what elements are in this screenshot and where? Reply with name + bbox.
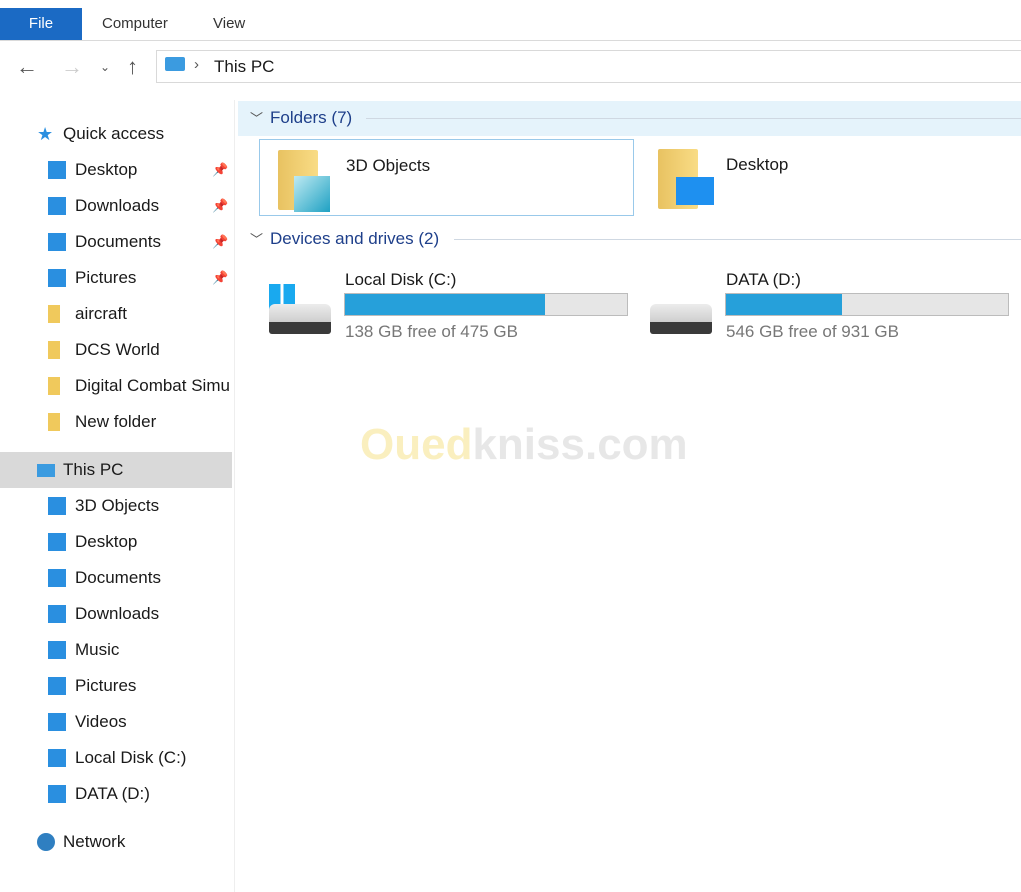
folder-icon bbox=[48, 341, 60, 359]
up-button[interactable]: ↑ bbox=[127, 54, 138, 80]
item-icon bbox=[48, 533, 66, 551]
hard-drive-icon bbox=[650, 304, 712, 334]
navigation-pane: ★ Quick access Desktop 📌 Downloads 📌 Document… bbox=[0, 100, 235, 892]
tab-file[interactable]: File bbox=[0, 8, 82, 40]
recent-locations-dropdown[interactable]: ⌄ bbox=[100, 60, 110, 74]
drive-usage-bar bbox=[725, 293, 1009, 316]
sidebar-item[interactable]: Desktop bbox=[0, 524, 232, 560]
sidebar-item[interactable]: Local Disk (C:) bbox=[0, 740, 232, 776]
desktop-icon bbox=[48, 161, 66, 179]
document-icon bbox=[48, 233, 66, 251]
ribbon-divider bbox=[0, 40, 1021, 41]
computer-icon bbox=[165, 57, 185, 71]
item-icon bbox=[48, 569, 66, 587]
item-icon bbox=[48, 605, 66, 623]
watermark: Ouedkniss.com bbox=[360, 420, 688, 469]
item-icon bbox=[48, 749, 66, 767]
download-icon bbox=[48, 197, 66, 215]
sidebar-item-quick-access[interactable]: ★ Quick access bbox=[0, 116, 232, 152]
sidebar-item[interactable]: DCS World bbox=[0, 332, 232, 368]
item-icon bbox=[48, 641, 66, 659]
chevron-right-icon: › bbox=[194, 56, 199, 73]
tab-view[interactable]: View bbox=[213, 8, 245, 40]
sidebar-item[interactable]: Desktop 📌 bbox=[0, 152, 232, 188]
pin-icon[interactable]: 📌 bbox=[212, 152, 228, 188]
pin-icon[interactable]: 📌 bbox=[212, 188, 228, 224]
item-icon bbox=[48, 677, 66, 695]
network-icon bbox=[37, 833, 55, 851]
sidebar-item[interactable]: Documents bbox=[0, 560, 232, 596]
item-icon bbox=[48, 713, 66, 731]
item-icon bbox=[48, 497, 66, 515]
folder-icon bbox=[48, 377, 60, 395]
address-path: This PC bbox=[214, 57, 275, 76]
item-icon bbox=[48, 785, 66, 803]
sidebar-item-network[interactable]: Network bbox=[0, 824, 232, 860]
sidebar-item[interactable]: aircraft bbox=[0, 296, 232, 332]
sidebar-item[interactable]: DATA (D:) bbox=[0, 776, 232, 812]
folder-3d-objects-icon bbox=[278, 150, 330, 212]
chevron-down-icon: ﹀ bbox=[250, 111, 264, 126]
pin-icon[interactable]: 📌 bbox=[212, 224, 228, 260]
drive-tile-d[interactable]: DATA (D:) 546 GB free of 931 GB bbox=[640, 264, 1020, 344]
folder-icon bbox=[48, 305, 60, 323]
sidebar-item[interactable]: Pictures 📌 bbox=[0, 260, 232, 296]
sidebar-item[interactable]: Videos bbox=[0, 704, 232, 740]
folder-desktop-icon bbox=[658, 149, 714, 209]
sidebar-item[interactable]: Documents 📌 bbox=[0, 224, 232, 260]
computer-icon bbox=[37, 464, 55, 477]
chevron-down-icon: ﹀ bbox=[250, 232, 264, 247]
folder-tile-3d-objects[interactable]: 3D Objects bbox=[259, 139, 634, 216]
drive-tile-c[interactable]: Local Disk (C:) 138 GB free of 475 GB bbox=[259, 264, 639, 344]
sidebar-item[interactable]: Downloads bbox=[0, 596, 232, 632]
group-header-folders[interactable]: ﹀ Folders (7) bbox=[238, 101, 1021, 136]
sidebar-item-this-pc[interactable]: This PC bbox=[0, 452, 232, 488]
address-bar[interactable]: › This PC bbox=[156, 50, 1021, 83]
drive-usage-bar bbox=[344, 293, 628, 316]
back-button[interactable]: ← bbox=[16, 54, 38, 80]
forward-button[interactable]: → bbox=[61, 54, 83, 80]
folder-tile-desktop[interactable]: Desktop bbox=[640, 139, 1015, 216]
divider bbox=[366, 118, 1021, 119]
tab-computer[interactable]: Computer bbox=[102, 8, 168, 40]
sidebar-item[interactable]: New folder bbox=[0, 404, 232, 440]
sidebar-item[interactable]: Music bbox=[0, 632, 232, 668]
sidebar-item[interactable]: Downloads 📌 bbox=[0, 188, 232, 224]
star-icon: ★ bbox=[37, 124, 54, 144]
pictures-icon bbox=[48, 269, 66, 287]
sidebar-item[interactable]: Digital Combat Simu bbox=[0, 368, 232, 404]
sidebar-item[interactable]: 3D Objects bbox=[0, 488, 232, 524]
folder-icon bbox=[48, 413, 60, 431]
sidebar-item[interactable]: Pictures bbox=[0, 668, 232, 704]
group-header-devices[interactable]: ﹀ Devices and drives (2) bbox=[238, 222, 1021, 257]
hard-drive-icon bbox=[269, 304, 331, 334]
divider bbox=[454, 239, 1021, 240]
pin-icon[interactable]: 📌 bbox=[212, 260, 228, 296]
